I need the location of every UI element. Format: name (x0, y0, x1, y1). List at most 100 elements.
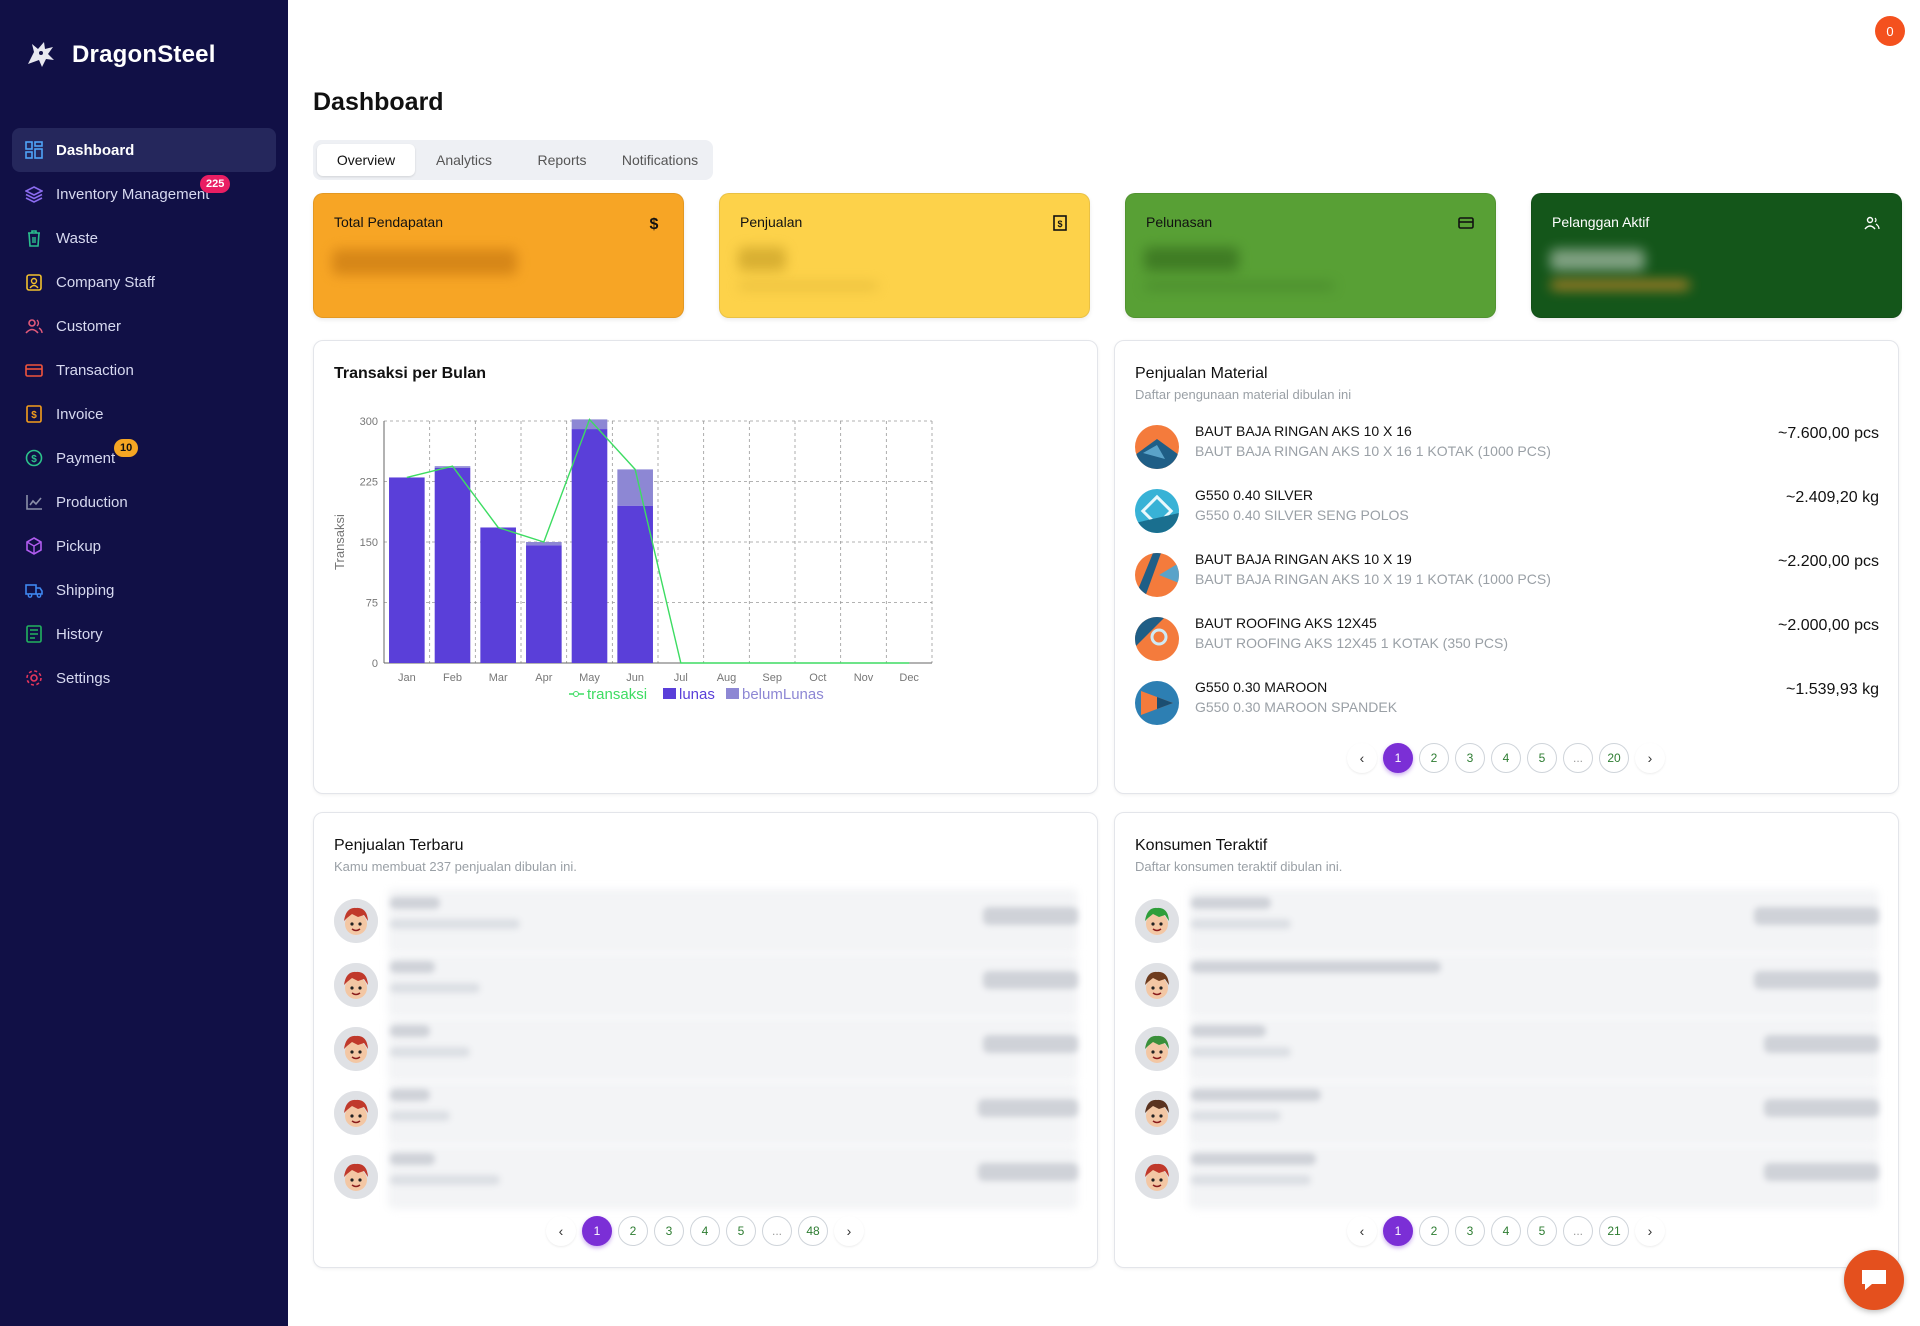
sidebar-item-transaction[interactable]: Transaction (12, 348, 276, 392)
redacted-amount (978, 1099, 1078, 1117)
dashboard-icon (24, 140, 44, 160)
app-name: DragonSteel (72, 41, 216, 68)
tab-reports[interactable]: Reports (513, 144, 611, 176)
stat-card-total-pendapatan: Total Pendapatan $ (313, 193, 684, 318)
material-name: G550 0.40 SILVER (1195, 487, 1314, 503)
list-item[interactable] (1135, 1081, 1879, 1145)
tab-notifications[interactable]: Notifications (611, 144, 709, 176)
tab-bar: Overview Analytics Reports Notifications (313, 140, 713, 180)
material-name: BAUT BAJA RINGAN AKS 10 X 16 (1195, 423, 1412, 439)
sidebar-item-payment[interactable]: $ Payment 10 (12, 436, 276, 480)
sidebar-item-label: Pickup (56, 537, 102, 555)
dragon-logo-icon (28, 42, 54, 67)
page-button[interactable]: 2 (618, 1216, 648, 1246)
sidebar-item-label: Settings (56, 669, 111, 687)
sidebar-item-shipping[interactable]: Shipping (12, 568, 276, 612)
konsumen-teraktif-panel: Konsumen Teraktif Daftar konsumen terakt… (1114, 812, 1899, 1268)
payment-count-badge: 10 (114, 439, 139, 457)
page-button[interactable]: 4 (690, 1216, 720, 1246)
page-button[interactable]: 5 (1527, 743, 1557, 773)
page-title: Dashboard (313, 88, 444, 116)
material-row[interactable]: BAUT BAJA RINGAN AKS 10 X 19 BAUT BAJA R… (1135, 545, 1879, 609)
panel-subtitle: Daftar pengunaan material dibulan ini (1135, 387, 1352, 402)
page-button[interactable]: 5 (1527, 1216, 1557, 1246)
page-button[interactable]: 2 (1419, 743, 1449, 773)
redacted-text (1191, 961, 1441, 973)
chat-button[interactable] (1844, 1250, 1904, 1310)
sidebar-item-waste[interactable]: Waste (12, 216, 276, 260)
redacted-text (390, 897, 440, 909)
sidebar-item-inventory[interactable]: Inventory Management 225 (12, 172, 276, 216)
page-button[interactable]: 1 (582, 1216, 612, 1246)
page-button[interactable]: 3 (654, 1216, 684, 1246)
x-tick-label: Aug (717, 672, 737, 684)
sidebar-item-company-staff[interactable]: Company Staff (12, 260, 276, 304)
material-quantity: ~1.539,93 kg (1786, 681, 1879, 698)
redacted-row-background (388, 953, 1078, 1017)
list-item[interactable] (1135, 953, 1879, 1017)
material-name: BAUT ROOFING AKS 12X45 (1195, 615, 1377, 631)
konsumen-pagination: ‹ 1 2 3 4 5 ... 21 › (1347, 1216, 1665, 1246)
prev-page-button[interactable]: ‹ (546, 1216, 576, 1246)
material-row[interactable]: G550 0.30 MAROON G550 0.30 MAROON SPANDE… (1135, 673, 1879, 737)
material-quantity: ~2.200,00 pcs (1778, 553, 1879, 570)
avatar (1135, 963, 1179, 1007)
list-item[interactable] (1135, 1145, 1879, 1209)
material-description: G550 0.30 MAROON SPANDEK (1195, 699, 1398, 715)
redacted-text (1191, 1089, 1321, 1101)
page-button[interactable]: 48 (798, 1216, 828, 1246)
list-item[interactable] (334, 1145, 1078, 1209)
sidebar-item-production[interactable]: Production (12, 480, 276, 524)
redacted-amount (1764, 1035, 1879, 1053)
sidebar-item-label: Customer (56, 317, 122, 335)
next-page-button[interactable]: › (834, 1216, 864, 1246)
chat-icon (1862, 1270, 1886, 1290)
prev-page-button[interactable]: ‹ (1347, 1216, 1377, 1246)
list-item[interactable] (334, 1017, 1078, 1081)
page-button[interactable]: 21 (1599, 1216, 1629, 1246)
sidebar-item-dashboard[interactable]: Dashboard (12, 128, 276, 172)
list-item[interactable] (334, 889, 1078, 953)
stat-label: Total Pendapatan (334, 214, 443, 230)
tab-analytics[interactable]: Analytics (415, 144, 513, 176)
prev-page-button[interactable]: ‹ (1347, 743, 1377, 773)
list-item[interactable] (1135, 1017, 1879, 1081)
material-description: G550 0.40 SILVER SENG POLOS (1195, 507, 1409, 523)
avatar (1135, 899, 1179, 943)
material-row[interactable]: G550 0.40 SILVER G550 0.40 SILVER SENG P… (1135, 481, 1879, 545)
page-button[interactable]: 1 (1383, 743, 1413, 773)
y-tick-label: 150 (360, 537, 378, 549)
sidebar-item-settings[interactable]: Settings (12, 656, 276, 700)
page-button[interactable]: 2 (1419, 1216, 1449, 1246)
x-tick-label: Jun (626, 672, 644, 684)
tab-overview[interactable]: Overview (317, 144, 415, 176)
page-button[interactable]: 3 (1455, 743, 1485, 773)
material-row[interactable]: BAUT ROOFING AKS 12X45 BAUT ROOFING AKS … (1135, 609, 1879, 673)
sidebar-item-customer[interactable]: Customer (12, 304, 276, 348)
page-button[interactable]: 5 (726, 1216, 756, 1246)
material-avatar-icon (1135, 681, 1179, 725)
list-item[interactable] (1135, 889, 1879, 953)
svg-text:$: $ (31, 410, 37, 421)
x-tick-label: Nov (854, 672, 874, 684)
sidebar-item-label: Inventory Management (56, 185, 210, 203)
page-button[interactable]: 4 (1491, 743, 1521, 773)
next-page-button[interactable]: › (1635, 1216, 1665, 1246)
page-button[interactable]: 4 (1491, 1216, 1521, 1246)
sidebar-item-invoice[interactable]: $ Invoice (12, 392, 276, 436)
bar-lunas (571, 429, 608, 663)
material-quantity: ~2.409,20 kg (1786, 489, 1879, 506)
next-page-button[interactable]: › (1635, 743, 1665, 773)
page-button[interactable]: 3 (1455, 1216, 1485, 1246)
sidebar-item-pickup[interactable]: Pickup (12, 524, 276, 568)
stat-caption-redacted (1144, 282, 1334, 290)
list-item[interactable] (334, 953, 1078, 1017)
material-row[interactable]: BAUT BAJA RINGAN AKS 10 X 16 BAUT BAJA R… (1135, 417, 1879, 481)
redacted-text (1191, 1175, 1311, 1185)
page-button[interactable]: 20 (1599, 743, 1629, 773)
page-button[interactable]: 1 (1383, 1216, 1413, 1246)
sidebar-item-history[interactable]: History (12, 612, 276, 656)
list-item[interactable] (334, 1081, 1078, 1145)
notification-bell-badge[interactable]: 0 (1875, 16, 1905, 46)
app-logo[interactable]: DragonSteel (24, 38, 216, 72)
